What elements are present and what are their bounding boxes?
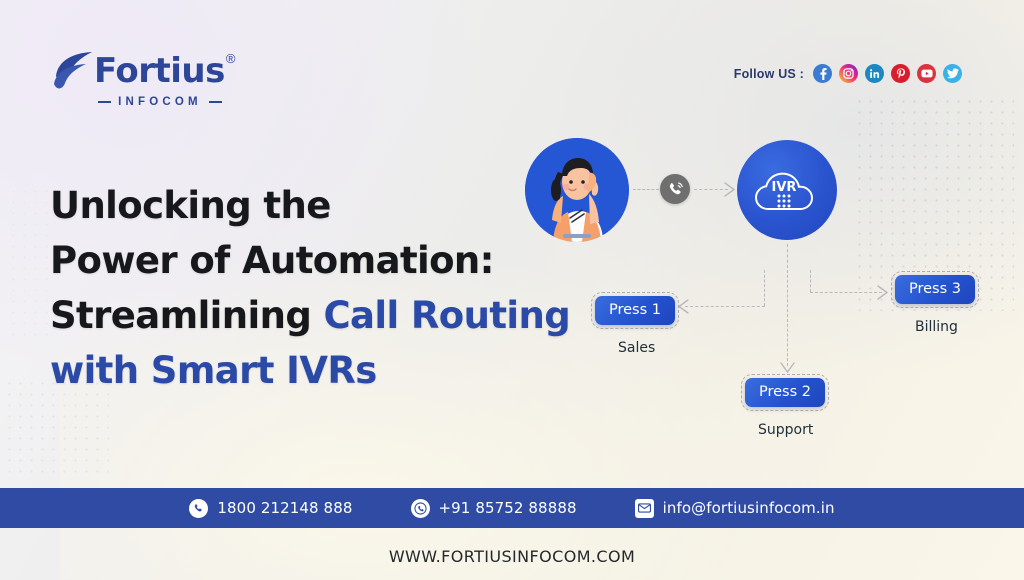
facebook-icon[interactable] [813,64,832,83]
headline-line-2: Power of Automation: [50,239,494,282]
social-links: Follow US : [734,64,962,83]
contact-whatsapp-text: +91 85752 88888 [438,499,577,517]
headline-line-3-plain: Streamlining [50,294,324,337]
email-icon [634,498,654,518]
cloud-keypad-icon: IVR [754,172,814,210]
contact-phone-text: 1800 212148 888 [217,499,353,517]
ivr-cloud-node: IVR [737,140,837,240]
company-logo[interactable]: Fortius ® INFOCOM [52,50,242,112]
press-3-caption: Billing [915,319,958,335]
headline-line-1: Unlocking the [50,184,331,227]
flow-arrow-to-press-1 [677,299,689,314]
press-3-button[interactable]: Press 3 [891,271,979,308]
dot-grid-mid-left [8,186,54,336]
youtube-icon[interactable] [917,64,936,83]
fortius-flame-icon [54,52,92,89]
logo-wordmark-row: Fortius ® [52,50,242,94]
flow-branch-right-vertical [810,270,811,292]
phone-ringing-icon [660,174,690,204]
ivr-label: IVR [772,180,797,195]
contact-email[interactable]: info@fortiusinfocom.in [634,498,835,518]
flow-line-caller-to-call [633,189,659,190]
headline-line-4-accent: with Smart IVRs [50,349,377,392]
flow-stem-vertical [787,244,788,268]
contact-whatsapp[interactable]: +91 85752 88888 [410,498,577,518]
linkedin-icon[interactable] [865,64,884,83]
website-url[interactable]: WWW.FORTIUSINFOCOM.COM [0,547,1024,566]
flow-arrow-to-press-2 [780,362,795,374]
whatsapp-icon [410,498,430,518]
pinterest-icon[interactable] [891,64,910,83]
promotional-banner: Fortius ® INFOCOM Follow US : Unlocking … [0,0,1024,580]
contact-email-text: info@fortiusinfocom.in [662,499,835,517]
flow-branch-left-horizontal [685,306,765,307]
press-2-button[interactable]: Press 2 [741,374,829,411]
press-1-caption: Sales [618,340,656,356]
logo-tagline-row: INFOCOM [78,96,242,108]
press-1-button[interactable]: Press 1 [591,292,679,329]
ivr-flow-diagram: IVR Press 1 Sales Press 2 Support Press … [505,120,1005,460]
phone-icon [189,498,209,518]
instagram-icon[interactable] [839,64,858,83]
flow-branch-left-vertical [764,270,765,306]
contact-bar: 1800 212148 888 +91 85752 88888 info@for… [0,488,1024,528]
logo-text: Fortius [94,51,225,91]
flow-line-call-to-ivr [694,189,728,190]
twitter-icon[interactable] [943,64,962,83]
follow-us-label: Follow US : [733,66,804,81]
logo-tagline: INFOCOM [118,96,202,108]
tagline-rule-left [98,101,112,103]
flow-arrow-to-ivr [724,182,736,197]
tagline-rule-right [208,101,222,103]
flow-branch-right-horizontal [810,292,882,293]
contact-phone[interactable]: 1800 212148 888 [189,498,353,518]
flow-branch-center [787,270,788,366]
registered-mark: ® [225,51,236,66]
press-2-caption: Support [758,422,814,438]
flow-arrow-to-press-3 [877,285,889,300]
caller-avatar [525,138,629,242]
